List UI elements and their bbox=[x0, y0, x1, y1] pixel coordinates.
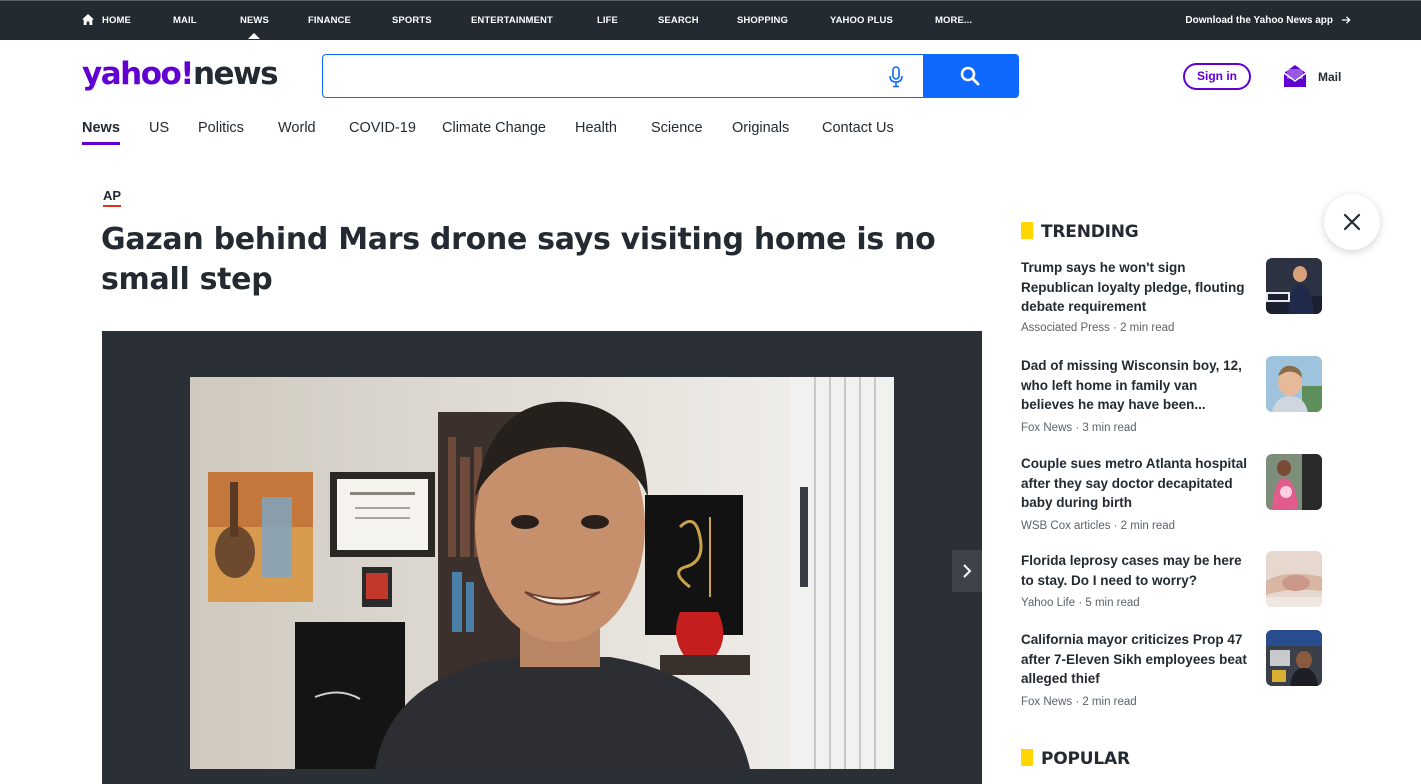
trending-item-title[interactable]: Couple sues metro Atlanta hospital after… bbox=[1021, 454, 1249, 513]
popular-heading: POPULAR bbox=[1021, 749, 1130, 769]
trending-item-thumbnail[interactable] bbox=[1266, 258, 1322, 314]
popular-heading-label: POPULAR bbox=[1041, 749, 1130, 769]
nav-life[interactable]: LIFE bbox=[597, 15, 618, 26]
nav-home[interactable]: HOME bbox=[102, 15, 131, 26]
trending-item-meta: Fox News · 2 min read bbox=[1021, 696, 1137, 708]
section-world[interactable]: World bbox=[278, 120, 316, 136]
section-originals[interactable]: Originals bbox=[732, 120, 789, 136]
search-box bbox=[322, 54, 924, 98]
trending-heading: TRENDING bbox=[1021, 222, 1139, 242]
download-app-link[interactable]: Download the Yahoo News app bbox=[1185, 15, 1333, 26]
video-player[interactable] bbox=[102, 331, 982, 784]
section-climate-change[interactable]: Climate Change bbox=[442, 120, 546, 136]
nav-search[interactable]: SEARCH bbox=[658, 15, 699, 26]
video-still-image bbox=[190, 377, 894, 769]
home-icon[interactable] bbox=[82, 14, 94, 25]
nav-mail[interactable]: MAIL bbox=[173, 15, 197, 26]
section-news[interactable]: News bbox=[82, 120, 120, 145]
section-politics[interactable]: Politics bbox=[198, 120, 244, 136]
trending-item[interactable]: Trump says he won't sign Republican loya… bbox=[1021, 258, 1323, 342]
trending-item[interactable]: Florida leprosy cases may be here to sta… bbox=[1021, 551, 1323, 613]
trending-item-thumbnail[interactable] bbox=[1266, 356, 1322, 412]
popular-heading-bar bbox=[1021, 749, 1033, 766]
nav-sports[interactable]: SPORTS bbox=[392, 15, 432, 26]
trending-item-meta: Associated Press · 2 min read bbox=[1021, 322, 1175, 334]
trending-item[interactable]: California mayor criticizes Prop 47 afte… bbox=[1021, 630, 1323, 714]
trending-heading-label: TRENDING bbox=[1041, 222, 1139, 242]
trending-item-title[interactable]: Dad of missing Wisconsin boy, 12, who le… bbox=[1021, 356, 1249, 415]
trending-item[interactable]: Dad of missing Wisconsin boy, 12, who le… bbox=[1021, 356, 1323, 440]
logo-brand: yahoo! bbox=[82, 56, 194, 92]
search-icon bbox=[960, 66, 980, 86]
video-next-button[interactable] bbox=[952, 550, 982, 592]
nav-shopping[interactable]: SHOPPING bbox=[737, 15, 788, 26]
chevron-right-icon bbox=[963, 564, 972, 578]
video-frame[interactable] bbox=[190, 377, 894, 769]
trending-item-meta: Yahoo Life · 5 min read bbox=[1021, 597, 1140, 609]
trending-item[interactable]: Couple sues metro Atlanta hospital after… bbox=[1021, 454, 1323, 538]
search-input[interactable] bbox=[335, 65, 875, 87]
section-contact-us[interactable]: Contact Us bbox=[822, 120, 894, 136]
trending-item-thumbnail[interactable] bbox=[1266, 630, 1322, 686]
trending-item-thumbnail[interactable] bbox=[1266, 551, 1322, 607]
arrow-right-icon[interactable] bbox=[1341, 15, 1351, 25]
global-nav-bar: HOME MAIL NEWS FINANCE SPORTS ENTERTAINM… bbox=[0, 0, 1421, 40]
section-health[interactable]: Health bbox=[575, 120, 617, 136]
section-us[interactable]: US bbox=[149, 120, 169, 136]
mail-link[interactable]: Mail bbox=[1318, 70, 1341, 84]
yahoo-news-logo[interactable]: yahoo!news bbox=[82, 56, 279, 96]
microphone-icon[interactable] bbox=[888, 66, 904, 88]
trending-heading-bar bbox=[1021, 222, 1033, 239]
mail-icon[interactable] bbox=[1282, 63, 1308, 89]
nav-yahoo-plus[interactable]: YAHOO PLUS bbox=[830, 15, 893, 26]
trending-item-title[interactable]: California mayor criticizes Prop 47 afte… bbox=[1021, 630, 1249, 689]
logo-section: news bbox=[192, 56, 279, 92]
section-science[interactable]: Science bbox=[651, 120, 703, 136]
close-icon bbox=[1343, 213, 1361, 231]
article-provider[interactable]: AP bbox=[103, 188, 122, 207]
close-button[interactable] bbox=[1324, 194, 1380, 250]
nav-entertainment[interactable]: ENTERTAINMENT bbox=[471, 15, 553, 26]
nav-more[interactable]: MORE... bbox=[935, 15, 972, 26]
nav-news[interactable]: NEWS bbox=[240, 15, 269, 39]
sign-in-button[interactable]: Sign in bbox=[1183, 63, 1251, 90]
trending-item-title[interactable]: Trump says he won't sign Republican loya… bbox=[1021, 258, 1249, 317]
nav-finance[interactable]: FINANCE bbox=[308, 15, 351, 26]
trending-item-meta: Fox News · 3 min read bbox=[1021, 422, 1137, 434]
trending-item-title[interactable]: Florida leprosy cases may be here to sta… bbox=[1021, 551, 1249, 590]
article-headline: Gazan behind Mars drone says visiting ho… bbox=[101, 222, 936, 297]
trending-item-meta: WSB Cox articles · 2 min read bbox=[1021, 520, 1176, 532]
search-button[interactable] bbox=[923, 54, 1019, 98]
trending-item-thumbnail[interactable] bbox=[1266, 454, 1322, 510]
section-covid-19[interactable]: COVID-19 bbox=[349, 120, 416, 136]
